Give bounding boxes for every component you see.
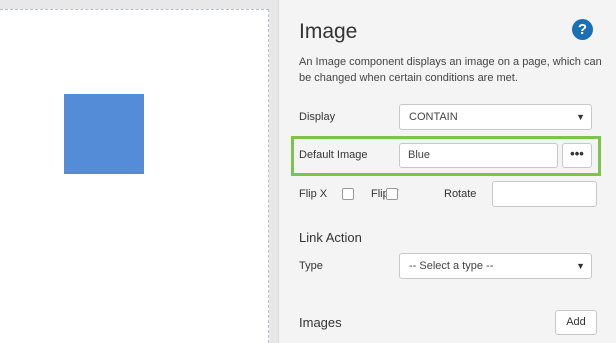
rotate-label: Rotate xyxy=(444,188,477,200)
image-component[interactable] xyxy=(64,94,144,174)
browse-image-button[interactable]: ••• xyxy=(562,143,592,168)
flip-x-checkbox[interactable] xyxy=(342,188,354,200)
help-icon[interactable]: ? xyxy=(572,19,593,40)
link-type-value: -- Select a type -- xyxy=(409,260,494,272)
default-image-input[interactable]: Blue xyxy=(399,143,558,168)
display-select[interactable]: CONTAIN ▼ xyxy=(399,104,592,130)
properties-panel: Image ? An Image component displays an i… xyxy=(278,0,616,343)
link-action-title: Link Action xyxy=(299,230,362,245)
images-title: Images xyxy=(299,315,342,330)
display-label: Display xyxy=(299,111,336,123)
flip-y-checkbox[interactable] xyxy=(386,188,398,200)
add-image-button[interactable]: Add xyxy=(555,310,597,335)
default-image-label: Default Image xyxy=(299,149,368,161)
display-value: CONTAIN xyxy=(409,111,458,123)
canvas-area xyxy=(0,0,278,343)
panel-title: Image xyxy=(299,20,358,43)
flip-x-label: Flip X xyxy=(299,188,328,200)
type-label: Type xyxy=(299,260,323,272)
chevron-down-icon: ▼ xyxy=(576,112,585,122)
panel-description: An Image component displays an image on … xyxy=(299,56,602,84)
link-type-select[interactable]: -- Select a type -- ▼ xyxy=(399,253,592,279)
page-canvas[interactable] xyxy=(0,9,269,343)
rotate-input[interactable] xyxy=(492,181,597,207)
chevron-down-icon: ▼ xyxy=(576,261,585,271)
